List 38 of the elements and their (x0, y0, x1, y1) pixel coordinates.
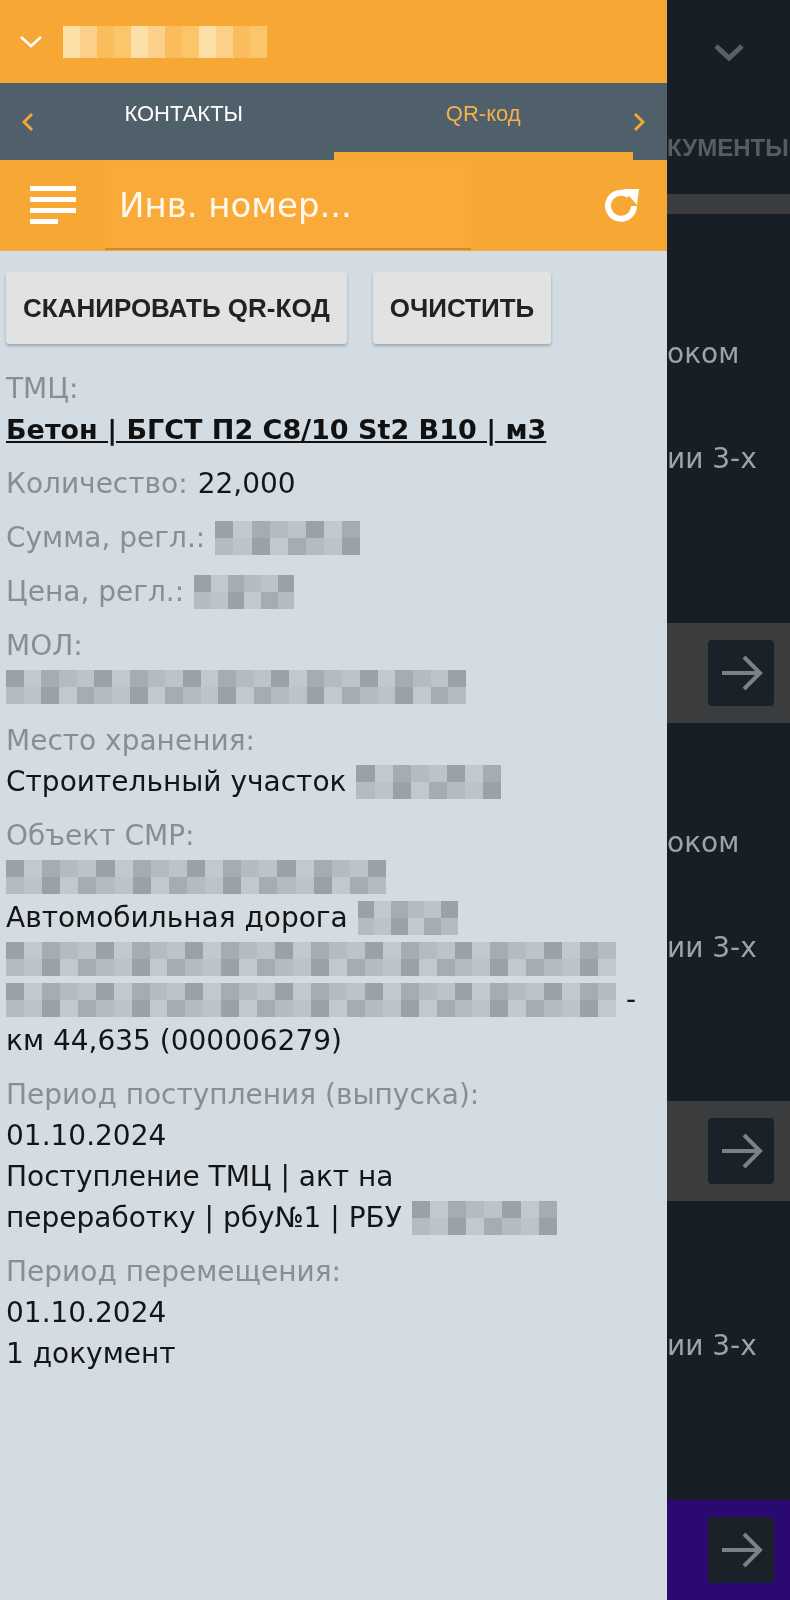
chevron-down-icon[interactable] (19, 34, 43, 49)
section-heading: КУМЕНТЫ (667, 134, 789, 164)
field-label: Цена, регл.: (6, 574, 185, 610)
chevron-down-icon (713, 44, 744, 62)
field-value: Поступление ТМЦ | акт на (6, 1159, 394, 1195)
field-value: переработку | рбу№1 | РБУ (6, 1200, 402, 1236)
field-label: Место хранения: (6, 723, 255, 759)
field-label: Количество: (6, 466, 188, 502)
card-text: оком (667, 824, 741, 861)
field-value: Автомобильная дорога (6, 900, 348, 936)
field-label: Период перемещения: (6, 1254, 341, 1290)
card-text: ии 3-х (667, 441, 758, 478)
card-text: ии 3-х (667, 1328, 758, 1365)
field-label: ТМЦ: (6, 371, 79, 407)
field-value: 1 документ (6, 1336, 176, 1372)
action-button[interactable]: СКАНИРОВАТЬ QR-КОД (6, 272, 347, 344)
arrow-button[interactable] (708, 639, 774, 706)
action-button[interactable]: ОЧИСТИТЬ (372, 272, 552, 344)
field-value: - (626, 982, 637, 1018)
field-value: Строительный участок (6, 764, 347, 800)
chevron-left-icon[interactable] (22, 111, 34, 132)
card-text: ии 3-х (667, 929, 758, 966)
chevron-right-icon[interactable] (633, 111, 645, 132)
field-value: 01.10.2024 (6, 1295, 167, 1331)
search-field[interactable]: Инв. номер... (105, 161, 471, 250)
field-label: Период поступления (выпуска): (6, 1077, 480, 1113)
field-value: 01.10.2024 (6, 1118, 167, 1154)
arrow-button[interactable] (708, 1517, 774, 1584)
field-label: МОЛ: (6, 628, 83, 664)
tab[interactable]: КОНТАКТЫ (34, 83, 334, 160)
field-value: км 44,635 (000006279) (6, 1023, 342, 1059)
menu-icon[interactable] (30, 185, 78, 226)
arrow-button[interactable] (708, 1118, 774, 1185)
card-text: оком (667, 336, 741, 373)
field-label: Объект СМР: (6, 818, 195, 854)
item-link[interactable]: Бетон | БГСТ П2 С8/10 St2 B10 | м3 (6, 409, 547, 450)
field-value: 22,000 (197, 466, 296, 502)
field-label: Сумма, регл.: (6, 520, 206, 556)
